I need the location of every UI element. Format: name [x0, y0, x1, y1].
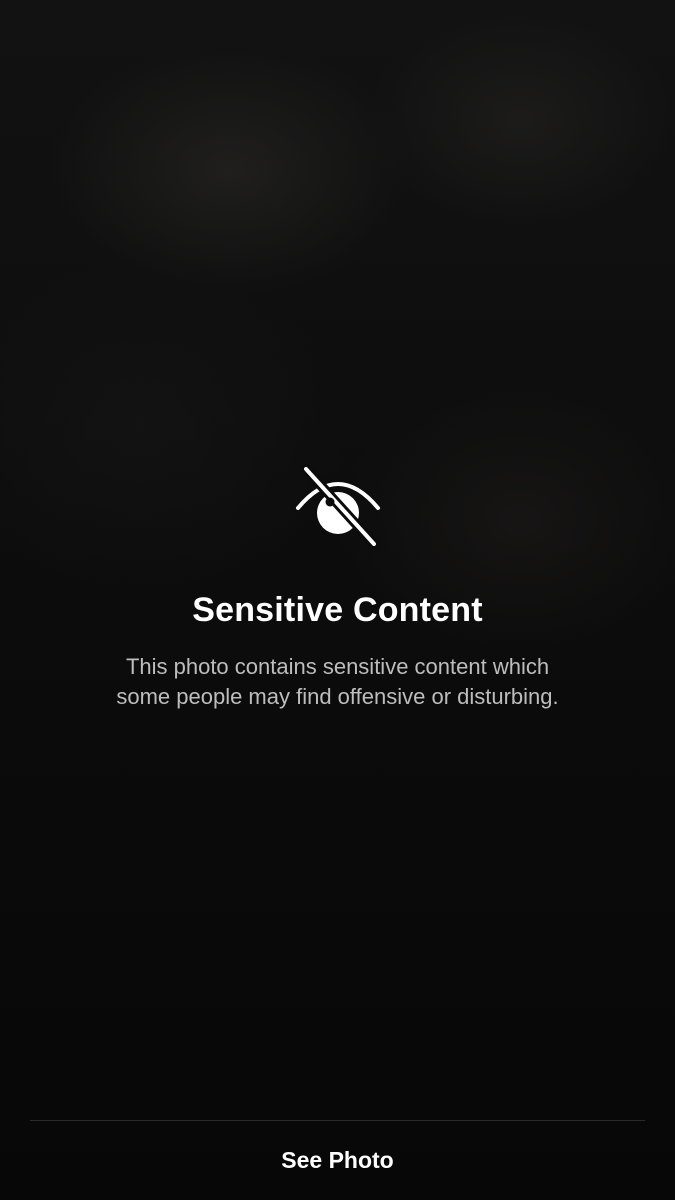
- sensitive-content-screen: Sensitive Content This photo contains se…: [0, 0, 675, 1200]
- eye-slash-icon: [290, 455, 386, 551]
- see-photo-button[interactable]: See Photo: [0, 1121, 675, 1200]
- warning-description: This photo contains sensitive content wh…: [116, 654, 559, 709]
- warning-title: Sensitive Content: [192, 591, 483, 629]
- sensitive-content-warning: Sensitive Content This photo contains se…: [0, 455, 675, 712]
